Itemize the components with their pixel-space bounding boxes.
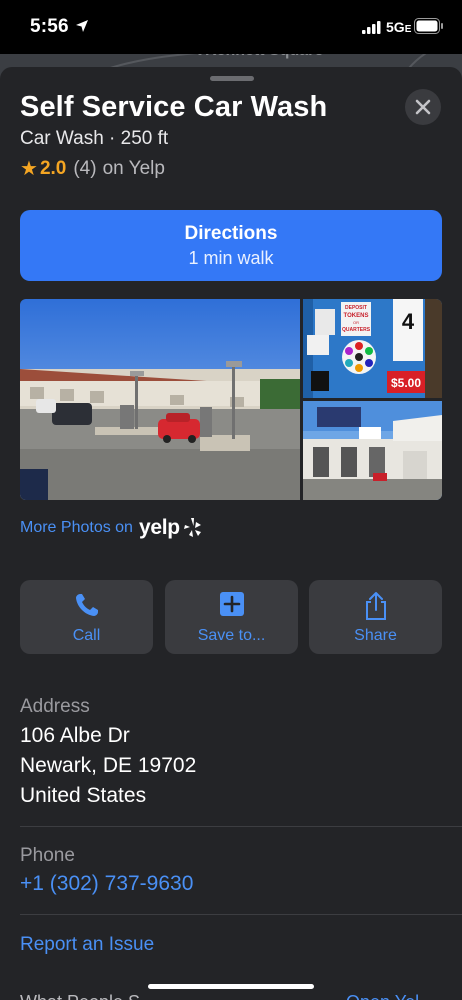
- network-type: 5GE: [386, 19, 412, 35]
- more-photos-text: More Photos on: [20, 519, 133, 536]
- share-button[interactable]: Share: [309, 580, 442, 654]
- car-wash-photo: [20, 299, 300, 500]
- rating-score: 2.0: [39, 157, 67, 179]
- home-indicator[interactable]: [148, 984, 314, 989]
- sheet-grabber[interactable]: [210, 76, 254, 81]
- cellular-signal-icon: [362, 21, 381, 34]
- photo-building[interactable]: [303, 401, 442, 500]
- divider: [20, 914, 462, 915]
- save-to-label: Save to...: [197, 627, 266, 644]
- reviews-heading: What People S: [20, 992, 140, 1000]
- save-to-button[interactable]: Save to...: [165, 580, 298, 654]
- directions-duration: 1 min walk: [188, 248, 274, 268]
- action-row: Call Save to... Share: [20, 580, 442, 654]
- photo-gallery: DEPOSIT TOKENS OR QUARTERS 4 $5.00: [20, 299, 442, 500]
- photo-main[interactable]: [20, 299, 300, 500]
- phone-label: Phone: [20, 845, 75, 866]
- divider: [20, 826, 462, 827]
- plus-square-icon: [219, 592, 244, 616]
- rating-row[interactable]: ★ 2.0 (4) on Yelp: [20, 156, 165, 181]
- close-button[interactable]: [405, 89, 441, 125]
- call-label: Call: [72, 627, 101, 644]
- star-icon: ★: [20, 158, 38, 180]
- yelp-logo: yelp: [138, 516, 180, 539]
- phone-icon: [75, 594, 98, 616]
- share-label: Share: [354, 627, 397, 644]
- close-icon: [415, 99, 431, 115]
- status-bar: 5:56 5GE: [0, 0, 462, 54]
- open-yelp-link[interactable]: Open Yel: [346, 992, 419, 1000]
- yelp-burst-icon: [183, 518, 201, 537]
- svg-text:4: 4: [402, 309, 415, 334]
- building-photo: [303, 401, 442, 500]
- share-icon: [365, 592, 386, 620]
- svg-text:DEPOSIT: DEPOSIT: [345, 305, 367, 311]
- place-title: Self Service Car Wash: [20, 91, 328, 123]
- token-sign-photo: DEPOSIT TOKENS OR QUARTERS 4 $5.00: [303, 299, 442, 398]
- place-card-sheet: Self Service Car Wash Car Wash · 250 ft …: [0, 67, 462, 1000]
- status-time: 5:56: [30, 16, 69, 37]
- svg-text:TOKENS: TOKENS: [344, 313, 369, 319]
- directions-label: Directions: [184, 223, 278, 244]
- rating-count: (4): [73, 157, 97, 179]
- address-line-2[interactable]: Newark, DE 19702: [20, 754, 196, 778]
- phone-number-link[interactable]: +1 (302) 737-9630: [20, 872, 193, 896]
- svg-text:OR: OR: [353, 320, 359, 325]
- more-photos-link[interactable]: More Photos on yelp: [20, 516, 204, 540]
- battery-icon: [414, 18, 443, 34]
- svg-text:$5.00: $5.00: [391, 376, 421, 390]
- location-arrow-icon: [76, 20, 88, 32]
- svg-text:QUARTERS: QUARTERS: [342, 327, 371, 333]
- address-label: Address: [20, 696, 90, 717]
- directions-button[interactable]: Directions 1 min walk: [20, 210, 442, 281]
- report-issue-link[interactable]: Report an Issue: [20, 934, 154, 956]
- address-line-1[interactable]: 106 Albe Dr: [20, 724, 130, 748]
- photo-sign[interactable]: DEPOSIT TOKENS OR QUARTERS 4 $5.00: [303, 299, 442, 398]
- rating-source: on Yelp: [102, 157, 165, 179]
- place-subtitle: Car Wash · 250 ft: [20, 128, 169, 149]
- address-line-3[interactable]: United States: [20, 784, 146, 808]
- call-button[interactable]: Call: [20, 580, 153, 654]
